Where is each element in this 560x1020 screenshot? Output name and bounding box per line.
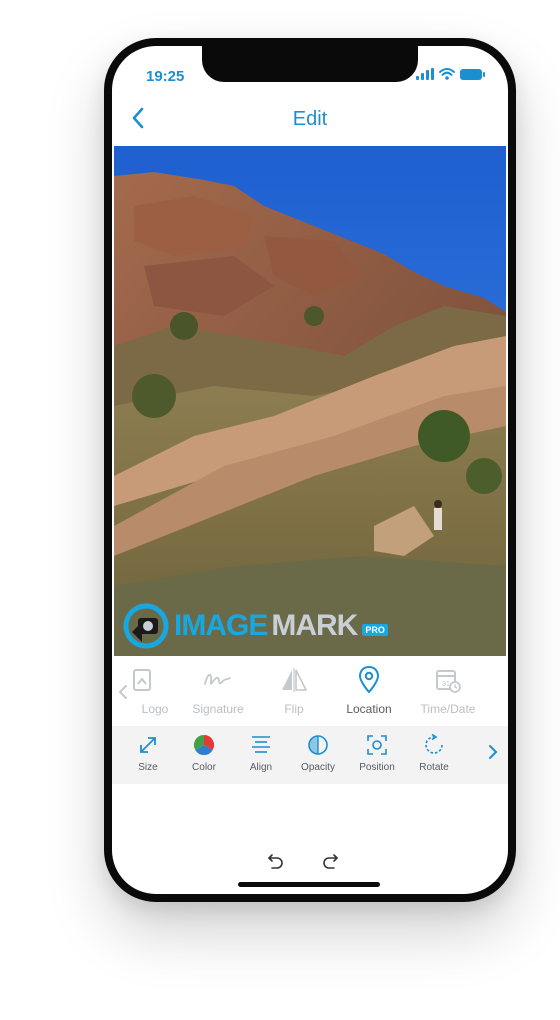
signature-icon bbox=[204, 673, 231, 685]
tool-rotate[interactable]: Rotate bbox=[406, 732, 462, 773]
watermark-brand-image: IMAGE bbox=[174, 609, 268, 642]
tool-opacity[interactable]: Opacity bbox=[290, 732, 346, 773]
tab-location-label: Location bbox=[346, 702, 392, 716]
tab-signature-label: Signature bbox=[192, 702, 244, 716]
tab-location[interactable]: Location bbox=[331, 664, 407, 716]
watermark-type-tabs: Logo Signature Flip Location 31 Time/Dat… bbox=[112, 656, 508, 728]
tool-align-label: Align bbox=[249, 762, 273, 773]
tab-time-date[interactable]: 31 Time/Date bbox=[410, 664, 486, 716]
undo-button[interactable] bbox=[266, 852, 286, 877]
location-pin-icon bbox=[358, 665, 380, 694]
tool-align[interactable]: Align bbox=[233, 732, 289, 773]
tool-position-label: Position bbox=[359, 762, 395, 773]
tab-flip[interactable]: Flip bbox=[256, 664, 332, 716]
tab-signature[interactable]: Signature bbox=[180, 664, 256, 716]
opacity-icon bbox=[308, 735, 328, 755]
phone-frame: 19:25 Edit IMAGE MARK PRO Logo Signature… bbox=[104, 38, 516, 902]
style-toolbar: Size Color Align Opacity Position Rotate bbox=[112, 726, 508, 784]
wifi-icon bbox=[439, 68, 455, 80]
svg-text:31: 31 bbox=[442, 681, 450, 688]
redo-button[interactable] bbox=[320, 852, 340, 877]
page-title: Edit bbox=[292, 108, 328, 130]
tool-position[interactable]: Position bbox=[349, 732, 405, 773]
landscape-photo bbox=[114, 146, 506, 656]
tab-flip-label: Flip bbox=[284, 702, 304, 716]
tab-logo[interactable]: Logo bbox=[112, 664, 180, 716]
app-screen: 19:25 Edit IMAGE MARK PRO Logo Signature… bbox=[112, 46, 508, 894]
align-lines-icon bbox=[252, 736, 270, 753]
resize-arrows-icon bbox=[140, 737, 156, 753]
watermark-brand-mark: MARK bbox=[271, 609, 358, 642]
color-wheel-icon bbox=[193, 734, 215, 756]
tool-rotate-label: Rotate bbox=[419, 762, 449, 773]
undo-icon bbox=[268, 854, 283, 869]
tool-size[interactable]: Size bbox=[120, 732, 176, 773]
tools-scroll-right[interactable] bbox=[488, 744, 498, 765]
nav-bar: Edit bbox=[112, 90, 508, 146]
position-icon bbox=[367, 735, 387, 755]
tool-opacity-label: Opacity bbox=[301, 762, 335, 773]
tool-size-label: Size bbox=[138, 762, 158, 773]
photo-canvas[interactable]: IMAGE MARK PRO bbox=[114, 146, 506, 656]
imagemark-watermark[interactable]: IMAGE MARK PRO bbox=[122, 602, 388, 650]
status-icons bbox=[416, 68, 485, 80]
watermark-pro-badge: PRO bbox=[362, 624, 388, 636]
logo-icon bbox=[133, 669, 151, 691]
tab-logo-label: Logo bbox=[141, 702, 169, 716]
flip-icon bbox=[282, 668, 308, 692]
cellular-signal-icon bbox=[416, 68, 434, 80]
rotate-icon bbox=[425, 734, 443, 754]
home-indicator[interactable] bbox=[238, 882, 380, 887]
calendar-clock-icon: 31 bbox=[436, 670, 461, 693]
status-time: 19:25 bbox=[146, 68, 185, 85]
redo-icon bbox=[323, 854, 338, 869]
tool-color[interactable]: Color bbox=[176, 732, 232, 773]
chevron-right-icon bbox=[489, 745, 498, 759]
tool-color-label: Color bbox=[192, 762, 216, 773]
tab-time-date-label: Time/Date bbox=[420, 702, 476, 716]
notch bbox=[202, 46, 418, 82]
battery-icon bbox=[460, 68, 485, 80]
camera-logo-icon bbox=[123, 603, 169, 649]
